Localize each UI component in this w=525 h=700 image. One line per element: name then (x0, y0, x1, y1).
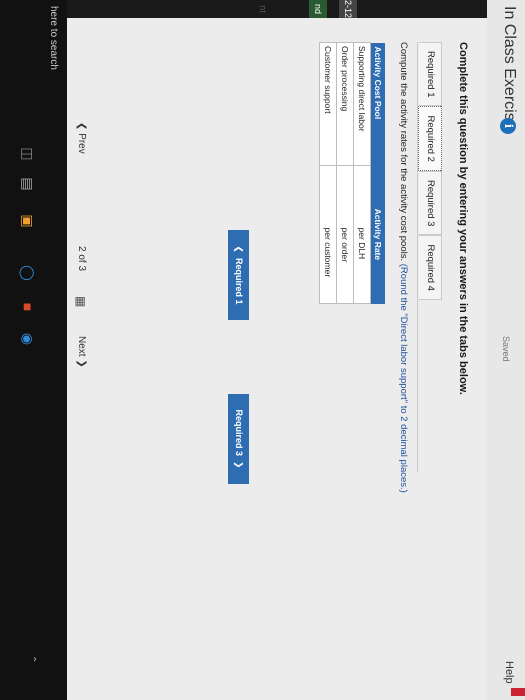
tab-divider (417, 42, 418, 472)
next-question-button[interactable]: Next ❯ (76, 336, 87, 368)
edge-icon[interactable]: ◯ (19, 264, 37, 282)
chevron-right-icon: ❯ (76, 356, 87, 368)
page-indicator: 2 of 3 (76, 246, 87, 271)
prev-required-button[interactable]: ❮ Required 1 (228, 230, 249, 320)
activity-rate-table: Activity Cost Pool Activity Rate Support… (319, 42, 385, 304)
top-bar: In Class Exercise i Saved Help (487, 0, 525, 700)
rounding-note: (Round the "Direct labor support" to 2 d… (398, 263, 409, 493)
rate-input-customer-support[interactable] (320, 165, 336, 228)
header-activity-rate: Activity Rate (370, 165, 385, 304)
header-activity-cost-pool: Activity Cost Pool (370, 42, 385, 166)
office-icon[interactable]: ■ (19, 298, 37, 316)
notification-mark (511, 688, 525, 696)
tab-required-1[interactable]: Required 1 (419, 42, 442, 107)
tab-bar: Required 1 Required 2 Required 3 Require… (418, 42, 442, 300)
question-pager: ❮ Prev 2 of 3 ▦ Next ❯ (68, 18, 92, 700)
instruction-text: Complete this question by entering your … (457, 42, 469, 395)
saved-status: Saved (501, 336, 511, 362)
rate-input-direct-labor[interactable] (354, 165, 370, 228)
unit-label: per DLH (353, 224, 371, 304)
side-label-1[interactable]: 2-12 (339, 0, 357, 18)
rate-input-order-processing[interactable] (337, 165, 353, 228)
prev-required-label: Required 1 (234, 258, 244, 305)
page-of: of (76, 254, 87, 263)
pool-label: Customer support (319, 42, 337, 166)
task-view-icon[interactable]: ▤ (19, 175, 37, 193)
chevron-left-icon: ❮ (76, 122, 87, 134)
rate-input-cell (319, 165, 337, 228)
chevron-left-icon: ❮ (234, 245, 244, 259)
table-row: Customer support per customer (319, 42, 337, 304)
question-panel: Complete this question by entering your … (67, 18, 487, 700)
rate-input-cell (353, 165, 371, 228)
unit-label: per order (336, 224, 354, 304)
folder-icon[interactable]: ◫ (19, 145, 37, 163)
table-row: Supporting direct labor per DLH (353, 42, 371, 304)
compute-text: Compute the activity rates for the activ… (398, 42, 409, 262)
tab-required-2[interactable]: Required 2 (418, 106, 442, 171)
next-question-label: Next (76, 336, 87, 357)
side-label-3: nt (258, 5, 268, 13)
page-current: 2 (76, 246, 87, 252)
taskbar: here to search ◫ ▤ ▣ ◯ ■ ◉ ⌃ (0, 0, 67, 700)
app-icon[interactable]: ◉ (19, 330, 37, 348)
help-link[interactable]: Help (503, 661, 515, 684)
prev-question-button[interactable]: ❮ Prev (76, 122, 87, 154)
store-icon[interactable]: ▣ (19, 212, 37, 230)
pool-label: Order processing (336, 42, 354, 166)
tray-icon[interactable]: ⌃ (26, 655, 37, 663)
prev-question-label: Prev (76, 133, 87, 154)
chevron-right-icon: ❯ (234, 455, 244, 469)
compute-instruction: Compute the activity rates for the activ… (398, 42, 409, 493)
next-required-button[interactable]: Required 3 ❯ (228, 394, 249, 484)
tab-required-4[interactable]: Required 4 (419, 235, 442, 300)
grid-icon[interactable]: ▦ (74, 296, 88, 307)
next-required-label: Required 3 (234, 409, 244, 456)
side-panel: 2-12 nd nt (67, 0, 487, 18)
side-label-2[interactable]: nd (309, 0, 327, 18)
unit-label: per customer (319, 224, 337, 304)
table-row: Order processing per order (336, 42, 354, 304)
screen: In Class Exercise i Saved Help 2-12 nd n… (0, 0, 525, 700)
tab-required-3[interactable]: Required 3 (419, 170, 442, 236)
info-icon[interactable]: i (500, 118, 516, 134)
pool-label: Supporting direct labor (353, 42, 371, 166)
taskbar-search[interactable]: here to search (48, 6, 59, 70)
rate-input-cell (336, 165, 354, 228)
page-title: In Class Exercise (501, 6, 518, 130)
page-total: 3 (76, 265, 87, 272)
